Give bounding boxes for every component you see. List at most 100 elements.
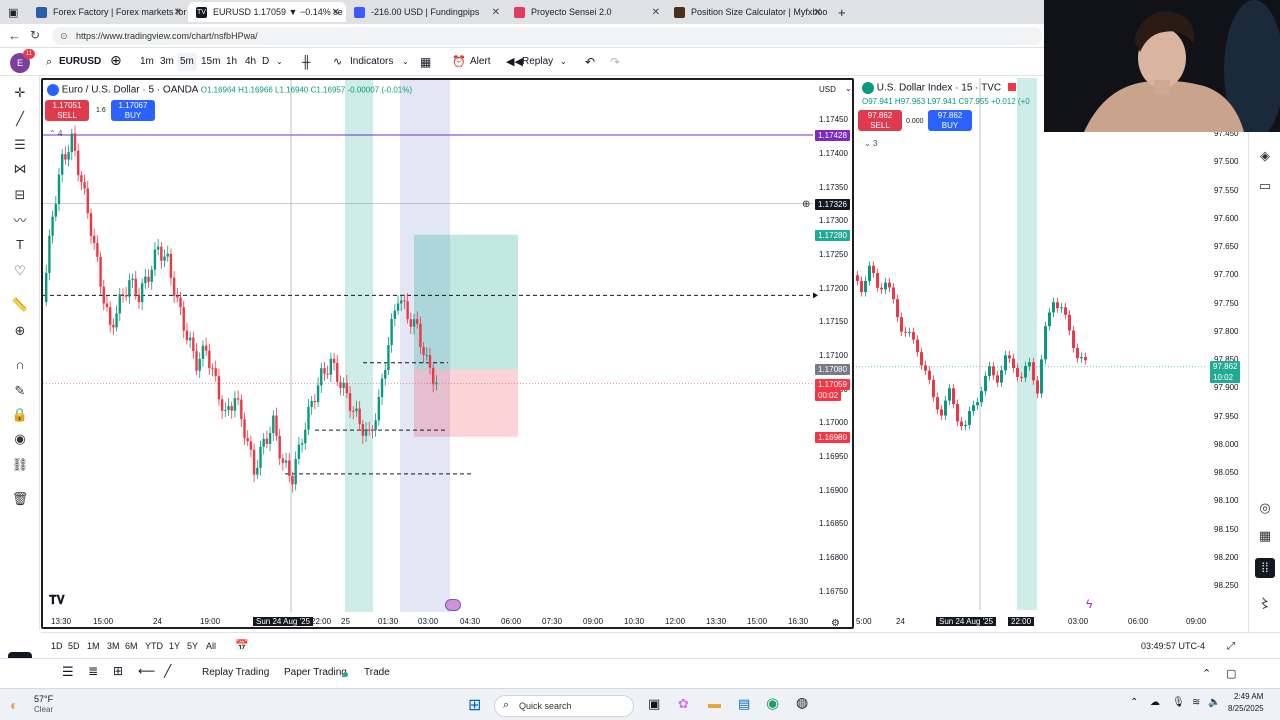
interval-d[interactable]: D — [262, 53, 269, 71]
range-button-5d[interactable]: 5D — [68, 641, 80, 651]
tray-chevron-icon[interactable]: ⌃ — [1130, 697, 1138, 708]
taskbar-search[interactable]: ⌕ Quick search — [494, 695, 634, 717]
range-button-3m[interactable]: 3M — [107, 641, 120, 651]
range-button-1d[interactable]: 1D — [51, 641, 63, 651]
crosshair-icon[interactable]: ✛ — [11, 84, 29, 102]
interval-15m[interactable]: 15m — [201, 53, 220, 71]
fullscreen-icon[interactable]: ⤢ — [1227, 641, 1235, 652]
back-arrow-icon[interactable]: ← — [8, 28, 21, 43]
taskbar-date[interactable]: 8/25/2025 — [1228, 704, 1264, 713]
cloud-icon[interactable]: ☁ — [1150, 697, 1160, 708]
eye-icon[interactable]: ◉ — [11, 430, 29, 448]
range-button-1y[interactable]: 1Y — [169, 641, 180, 651]
sidebar-toggle-icon[interactable]: ▣ — [0, 2, 28, 22]
trash-icon[interactable]: 🗑 — [11, 490, 29, 508]
interval-3m[interactable]: 3m — [160, 53, 174, 71]
collapsed-indicators-toggle[interactable]: ⌄ 3 — [864, 139, 877, 148]
store-icon[interactable]: ▤ — [738, 696, 750, 712]
weather-temp[interactable]: 57°F — [34, 694, 53, 704]
range-button-5y[interactable]: 5Y — [187, 641, 198, 651]
stay-in-drawing-icon[interactable]: ✎ — [11, 382, 29, 400]
site-info-icon[interactable]: ⊙ — [60, 27, 68, 45]
close-tab-icon[interactable]: ✕ — [814, 7, 822, 18]
tab-paper-trading[interactable]: Paper Trading — [284, 667, 347, 678]
close-tab-icon[interactable]: ✕ — [652, 7, 660, 18]
search-icon[interactable]: ⌕ — [46, 53, 52, 71]
symbol-search[interactable]: EURUSD — [59, 53, 101, 71]
copilot-icon[interactable]: ✿ — [678, 696, 689, 712]
list-icon[interactable]: ≣ — [88, 664, 98, 678]
replay-icon[interactable]: ◀◀ — [506, 53, 523, 71]
buy-button[interactable]: 97.862 BUY — [928, 110, 972, 131]
tab-tradingview-eurusd[interactable]: TV EURUSD 1.17059 ▼ −0.14% se ✕ — [188, 2, 346, 22]
layouts-grid-icon[interactable]: ▦ — [420, 53, 431, 71]
line-tool-icon[interactable]: ⟵ — [138, 664, 155, 678]
close-tab-icon[interactable]: ✕ — [492, 7, 500, 18]
sell-button[interactable]: 1.17051 SELL — [45, 100, 89, 121]
alert-clock-icon[interactable]: ⏰ — [452, 53, 466, 71]
range-button-6m[interactable]: 6M — [125, 641, 138, 651]
interval-1h[interactable]: 1h — [226, 53, 237, 71]
chart-settings-gear-icon[interactable]: ⚙ — [831, 618, 840, 629]
indicators-icon[interactable]: ∿ — [333, 53, 342, 71]
currency-label[interactable]: USD — [819, 85, 836, 94]
buy-button[interactable]: 1.17067 BUY — [111, 100, 155, 121]
range-button-all[interactable]: All — [206, 641, 216, 651]
lock-icon[interactable]: 🔒 — [11, 406, 29, 424]
apps-grid-icon[interactable]: ⁞⁞ — [1255, 558, 1275, 578]
goto-date-calendar-icon[interactable]: 📅 — [235, 639, 249, 652]
url-field[interactable]: ⊙ https://www.tradingview.com/chart/nsfb… — [52, 27, 1042, 45]
candle-type-icon[interactable]: ╫ — [302, 53, 311, 71]
replay-button[interactable]: Replay — [522, 53, 553, 71]
fib-retracement-icon[interactable]: ☰ — [11, 136, 29, 154]
mic-icon[interactable]: 🎙 — [1172, 697, 1185, 708]
menu-lines-icon[interactable]: ☰ — [62, 664, 74, 680]
forecasting-icon[interactable]: ⊟ — [11, 186, 29, 204]
feed-icon[interactable]: 〻 — [1255, 594, 1275, 614]
eurusd-chart-canvas[interactable] — [43, 80, 852, 627]
volume-icon[interactable]: 🔈 — [1208, 697, 1220, 708]
text-icon[interactable]: T — [11, 236, 29, 254]
currency-dropdown-icon[interactable]: ⌄ — [845, 84, 852, 93]
magnet-icon[interactable]: ∩ — [11, 356, 29, 374]
close-tab-icon[interactable]: ✕ — [174, 7, 182, 18]
layers-icon[interactable]: ◈ — [1255, 146, 1275, 166]
heart-icon[interactable]: ♡ — [11, 262, 29, 280]
eurusd-chart-pane[interactable]: Euro / U.S. Dollar · 5 · OANDA O1.16964 … — [41, 78, 854, 629]
alert-button[interactable]: Alert — [470, 53, 491, 71]
indicators-button[interactable]: Indicators — [350, 53, 393, 71]
maximize-icon[interactable]: ▢ — [1226, 667, 1236, 680]
compare-symbol-icon[interactable]: ⊕ — [110, 51, 122, 69]
tab-proyecto-sensei[interactable]: Proyecto Sensei 2.0 ✕ — [506, 2, 666, 22]
ruler-icon[interactable]: 📏 — [11, 296, 29, 314]
trend-line-icon[interactable]: ╱ — [11, 110, 29, 128]
chart-title[interactable]: U.S. Dollar Index · 15 · TVC — [877, 83, 1001, 94]
indicators-dropdown-icon[interactable]: ⌄ — [402, 53, 409, 71]
tab-replay-trading[interactable]: Replay Trading — [202, 667, 269, 678]
calendar-icon[interactable]: ▦ — [1255, 526, 1275, 546]
pattern-icon[interactable]: ⋈ — [11, 160, 29, 178]
event-marker-icon[interactable] — [445, 599, 461, 611]
wifi-icon[interactable]: ≋ — [1192, 697, 1200, 708]
dxy-chart-pane[interactable]: U.S. Dollar Index · 15 · TVC O97.941 H97… — [856, 78, 1280, 629]
reload-icon[interactable]: ↻ — [30, 28, 40, 42]
sliders-icon[interactable]: ⊞ — [113, 664, 123, 678]
undo-icon[interactable]: ↶ — [585, 53, 595, 71]
redo-icon[interactable]: ↷ — [610, 53, 620, 71]
range-button-ytd[interactable]: YTD — [145, 641, 163, 651]
edge-browser-icon[interactable]: ◉ — [766, 694, 779, 712]
chrome-icon[interactable]: ◍ — [796, 694, 808, 711]
taskbar-time[interactable]: 2:49 AM — [1234, 692, 1263, 701]
weather-sun-icon[interactable]: ◐ — [10, 697, 18, 713]
windows-start-icon[interactable]: ⊞ — [468, 695, 481, 715]
utc-clock[interactable]: 03:49:57 UTC-4 — [1141, 641, 1205, 651]
interval-5m[interactable]: 5m — [177, 53, 197, 71]
tab-forex-factory[interactable]: Forex Factory | Forex markets for ✕ — [28, 2, 188, 22]
close-tab-icon[interactable]: ✕ — [332, 7, 340, 18]
zoom-in-icon[interactable]: ⊕ — [11, 322, 29, 340]
tab-fundingpips[interactable]: -216.00 USD | Fundingpips ✕ — [346, 2, 506, 22]
pencil-icon[interactable]: ╱ — [164, 664, 171, 678]
add-alert-plus-icon[interactable]: ⊕ — [802, 199, 810, 210]
brush-icon[interactable]: 〰 — [11, 212, 29, 230]
chart-title[interactable]: Euro / U.S. Dollar · 5 · OANDA — [62, 85, 198, 96]
